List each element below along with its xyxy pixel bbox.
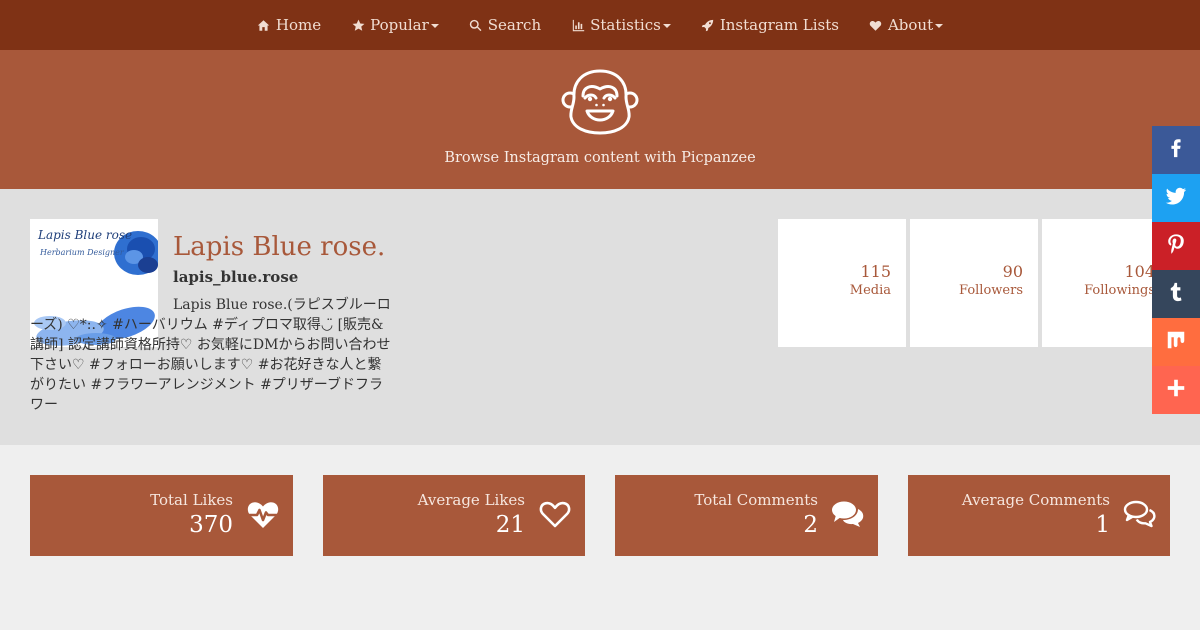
- nav-instagram-lists-label: Instagram Lists: [719, 16, 839, 34]
- stat-followers-value: 90: [1002, 262, 1023, 281]
- tumblr-icon: [1165, 281, 1187, 307]
- share-twitter-button[interactable]: [1152, 174, 1200, 222]
- nav-about-label: About: [887, 16, 934, 34]
- nav-about[interactable]: About: [854, 0, 958, 50]
- metric-value: 1: [1095, 512, 1110, 538]
- nav-popular[interactable]: Popular: [336, 0, 454, 50]
- facebook-icon: [1165, 137, 1187, 163]
- hero-banner: Browse Instagram content with Picpanzee: [0, 50, 1200, 189]
- caret-down-icon: [935, 24, 944, 28]
- search-icon: [469, 18, 483, 32]
- twitter-icon: [1165, 185, 1187, 211]
- caret-down-icon: [662, 24, 671, 28]
- comments-icon: [831, 497, 865, 531]
- caret-down-icon: [430, 24, 439, 28]
- metric-card-average-likes: Average Likes 21: [323, 475, 585, 556]
- metric-value: 370: [189, 512, 233, 538]
- nav-search-label: Search: [487, 16, 542, 34]
- share-mix-button[interactable]: [1152, 318, 1200, 366]
- metric-label: Total Comments: [694, 491, 818, 509]
- nav-instagram-lists[interactable]: Instagram Lists: [686, 0, 854, 50]
- heart-outline-icon: [538, 497, 572, 531]
- nav-home[interactable]: Home: [242, 0, 336, 50]
- comments-outline-icon: [1123, 497, 1157, 531]
- pinterest-icon: [1165, 233, 1187, 259]
- site-tagline: Browse Instagram content with Picpanzee: [444, 150, 756, 166]
- avatar-text-line2: Herbarium Designer: [39, 248, 125, 257]
- nav-popular-label: Popular: [370, 16, 429, 34]
- avatar-text-line1: Lapis Blue rose: [37, 228, 132, 242]
- metric-card-total-comments: Total Comments 2: [615, 475, 878, 556]
- metric-value: 2: [803, 512, 818, 538]
- nav-home-label: Home: [275, 16, 322, 34]
- nav-statistics-label: Statistics: [590, 16, 661, 34]
- nav-search[interactable]: Search: [454, 0, 556, 50]
- stat-followers-label: Followers: [959, 283, 1023, 298]
- profile-display-name[interactable]: Lapis Blue rose.: [173, 232, 385, 262]
- stat-followers[interactable]: 90 Followers: [910, 219, 1038, 347]
- metric-value: 21: [495, 512, 525, 538]
- share-tumblr-button[interactable]: [1152, 270, 1200, 318]
- rocket-icon: [701, 18, 715, 32]
- metric-label: Average Comments: [961, 491, 1110, 509]
- heart-icon: [869, 18, 883, 32]
- stat-followings-label: Followings: [1084, 283, 1155, 298]
- stat-media[interactable]: 115 Media: [778, 219, 906, 347]
- metric-label: Average Likes: [417, 491, 525, 509]
- top-navbar: Home Popular Search Statistics Instagram…: [0, 0, 1200, 50]
- home-icon: [257, 18, 271, 32]
- bar-chart-icon: [571, 18, 585, 32]
- nav-statistics[interactable]: Statistics: [556, 0, 686, 50]
- stat-media-label: Media: [849, 283, 891, 298]
- share-more-button[interactable]: [1152, 366, 1200, 414]
- monkey-logo-icon[interactable]: [561, 69, 639, 135]
- share-sidebar: [1152, 126, 1200, 414]
- metric-card-total-likes: Total Likes 370: [30, 475, 293, 556]
- profile-username: lapis_blue.rose: [173, 268, 299, 286]
- metric-label: Total Likes: [150, 491, 233, 509]
- metric-card-average-comments: Average Comments 1: [908, 475, 1170, 556]
- mix-icon: [1165, 329, 1187, 355]
- heartbeat-icon: [246, 497, 280, 531]
- stat-followings-value: 104: [1124, 262, 1155, 281]
- plus-icon: [1165, 377, 1187, 403]
- stat-followings[interactable]: 104 Followings: [1042, 219, 1170, 347]
- profile-section: Lapis Blue rose Herbarium Designer Lapis…: [0, 189, 1200, 445]
- profile-bio: Lapis Blue rose.(ラピスブルーローズ) ♡*:.✧ #ハーバリウ…: [30, 297, 391, 413]
- star-icon: [351, 18, 365, 32]
- share-pinterest-button[interactable]: [1152, 222, 1200, 270]
- share-facebook-button[interactable]: [1152, 126, 1200, 174]
- stat-media-value: 115: [860, 262, 891, 281]
